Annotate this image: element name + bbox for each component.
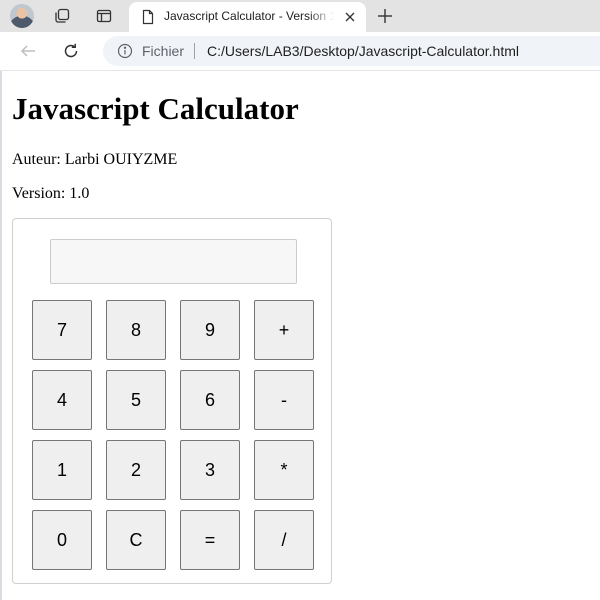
key-divide-button[interactable]: / xyxy=(254,510,314,570)
tab-strip: Javascript Calculator - Version 1.0 xyxy=(0,0,600,32)
tab-title: Javascript Calculator - Version 1.0 xyxy=(164,9,334,23)
key-plus-button[interactable]: + xyxy=(254,300,314,360)
key-multiply-button[interactable]: * xyxy=(254,440,314,500)
vertical-tabs-icon[interactable] xyxy=(94,6,114,26)
key-1-button[interactable]: 1 xyxy=(32,440,92,500)
key-6-button[interactable]: 6 xyxy=(180,370,240,430)
key-5-button[interactable]: 5 xyxy=(106,370,166,430)
key-4-button[interactable]: 4 xyxy=(32,370,92,430)
tab-active[interactable]: Javascript Calculator - Version 1.0 xyxy=(129,2,366,32)
key-clear-button[interactable]: C xyxy=(106,510,166,570)
page-title: Javascript Calculator xyxy=(12,91,299,126)
back-arrow-icon[interactable] xyxy=(17,40,39,62)
key-3-button[interactable]: 3 xyxy=(180,440,240,500)
address-bar[interactable]: Fichier C:/Users/LAB3/Desktop/Javascript… xyxy=(103,36,600,66)
author-line: Auteur: Larbi OUIYZME xyxy=(12,151,178,168)
info-icon[interactable] xyxy=(117,43,133,64)
calculator-display[interactable] xyxy=(50,239,297,284)
close-icon[interactable] xyxy=(342,9,358,25)
address-separator xyxy=(194,43,195,59)
key-0-button[interactable]: 0 xyxy=(32,510,92,570)
key-2-button[interactable]: 2 xyxy=(106,440,166,500)
profile-avatar[interactable] xyxy=(10,4,34,28)
refresh-icon[interactable] xyxy=(60,40,82,62)
key-9-button[interactable]: 9 xyxy=(180,300,240,360)
key-8-button[interactable]: 8 xyxy=(106,300,166,360)
browser-toolbar: Fichier C:/Users/LAB3/Desktop/Javascript… xyxy=(0,32,600,71)
new-tab-icon[interactable] xyxy=(375,6,395,26)
scheme-label: Fichier xyxy=(142,43,185,59)
workspaces-icon[interactable] xyxy=(52,6,72,26)
calculator: 7 8 9 +4 5 6- 1 2 3 * 0 C = / xyxy=(12,218,332,584)
url-text[interactable]: C:/Users/LAB3/Desktop/Javascript-Calcula… xyxy=(207,43,519,59)
version-line: Version: 1.0 xyxy=(12,185,90,202)
page-content: Javascript Calculator Auteur: Larbi OUIY… xyxy=(0,71,600,600)
page-icon xyxy=(141,9,155,30)
key-equals-button[interactable]: = xyxy=(180,510,240,570)
key-7-button[interactable]: 7 xyxy=(32,300,92,360)
key-minus-button[interactable]: - xyxy=(254,370,314,430)
